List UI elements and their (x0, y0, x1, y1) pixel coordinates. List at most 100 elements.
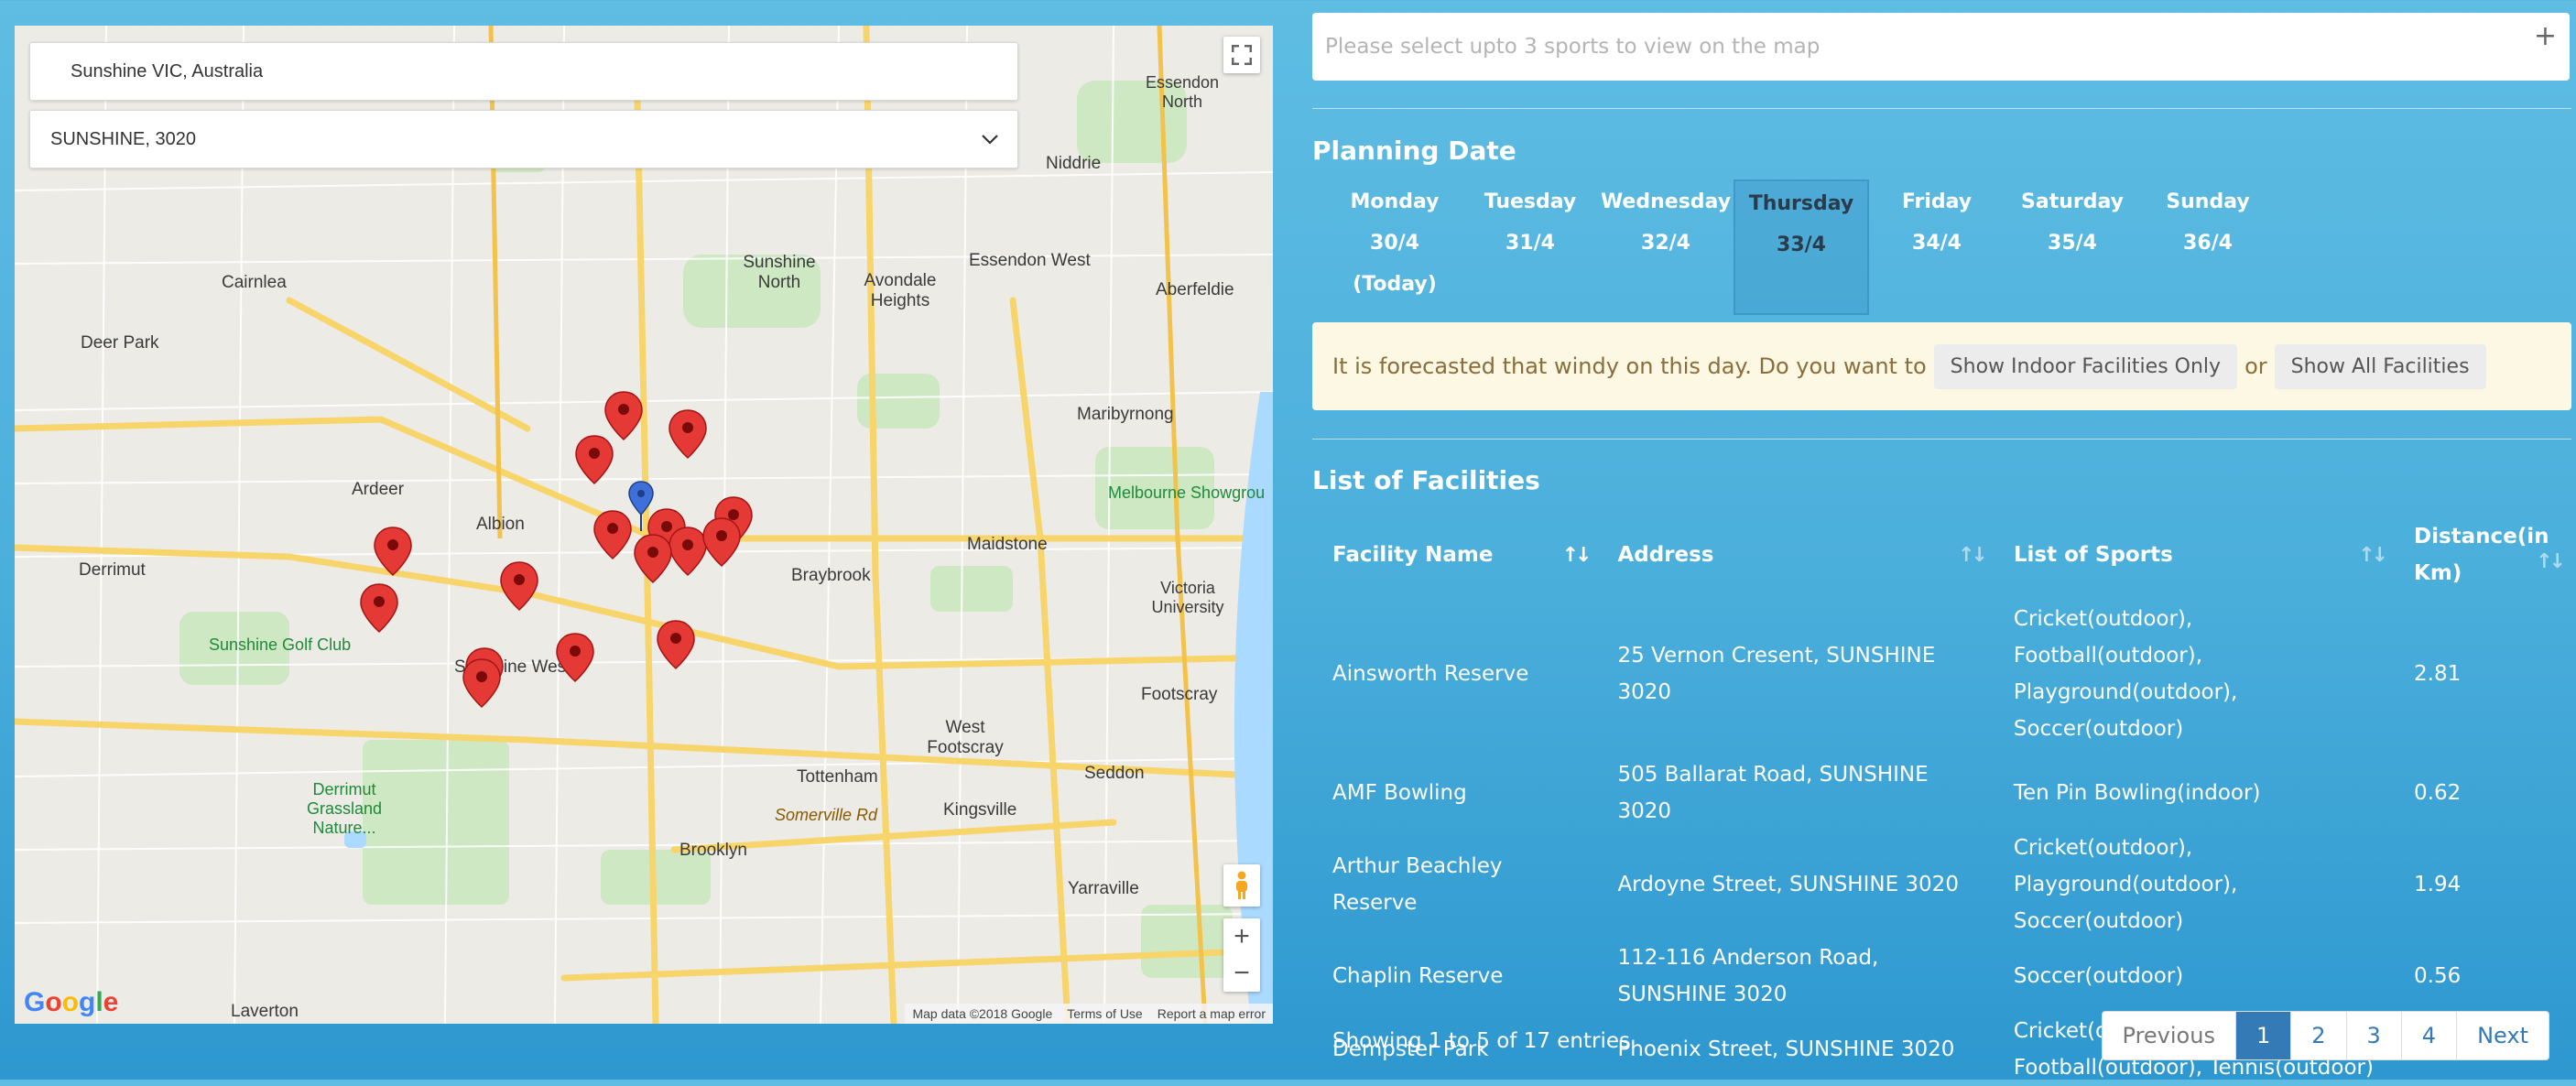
planning-date-title: Planning Date (1312, 136, 1516, 166)
day-date: 36/4 (2183, 232, 2233, 255)
pegman-icon (1236, 871, 1247, 899)
facility-name: Ainsworth Reserve (1332, 662, 1529, 686)
zoom-out-button[interactable]: − (1223, 955, 1260, 992)
facility-distance: 0.62 (2414, 781, 2462, 805)
facility-sports: Ten Pin Bowling(indoor) (2013, 781, 2261, 805)
sort-icon: ↑↓ (1561, 544, 1592, 567)
day-date: 33/4 (1777, 233, 1826, 256)
facility-address: 112-116 Anderson Road, SUNSHINE 3020 (1617, 946, 1879, 1006)
facility-marker[interactable] (657, 620, 695, 669)
day-name: Monday (1350, 190, 1440, 213)
street-view-button[interactable] (1223, 864, 1260, 907)
facility-distance: 2.81 (2414, 662, 2462, 686)
right-panel: Please select upto 3 sports to view on t… (1312, 0, 2571, 1080)
day-date: 35/4 (2048, 232, 2097, 255)
sort-icon: ↑↓ (1957, 544, 1988, 567)
day-saturday[interactable]: Saturday 35/4 (2005, 179, 2140, 315)
zoom-controls: + − (1223, 918, 1260, 992)
chevron-down-icon (982, 135, 998, 145)
header-address[interactable]: Address ↑↓ (1597, 518, 1993, 592)
add-sport-icon[interactable]: + (2534, 20, 2557, 52)
facility-marker[interactable] (668, 527, 707, 576)
day-selector: Monday 30/4 (Today) Tuesday 31/4 Wednesd… (1327, 179, 2276, 315)
pagination: Previous 1 2 3 4 Next (2101, 1011, 2549, 1060)
day-friday[interactable]: Friday 34/4 (1869, 179, 2005, 315)
facility-marker[interactable] (702, 517, 741, 567)
sort-icon: ↑↓ (2358, 544, 2388, 567)
facility-marker[interactable] (634, 534, 672, 583)
facility-sports: Soccer(outdoor) (2013, 964, 2184, 988)
zoom-in-button[interactable]: + (1223, 918, 1260, 955)
facilities-table: Facility Name ↑↓ Address ↑↓ List of Sports… (1312, 518, 2571, 1086)
facility-map[interactable]: Essendon North Cairnlea Deer Park Sunshi… (15, 26, 1273, 1024)
day-monday[interactable]: Monday 30/4 (Today) (1327, 179, 1462, 315)
header-sports[interactable]: List of Sports ↑↓ (1994, 518, 2394, 592)
table-row[interactable]: Ainsworth Reserve 25 Vernon Cresent, SUN… (1312, 592, 2571, 756)
day-tuesday[interactable]: Tuesday 31/4 (1462, 179, 1598, 315)
google-logo: Google (24, 987, 119, 1017)
day-date: 34/4 (1912, 232, 1962, 255)
map-data-credit: Map data ©2018 Google (912, 1006, 1053, 1021)
day-name: Friday (1901, 190, 1973, 213)
facility-sports: Cricket(outdoor), Football(outdoor), Playg… (2013, 607, 2238, 741)
pagination-page-4[interactable]: 4 (2400, 1012, 2456, 1059)
fullscreen-button[interactable] (1223, 37, 1260, 73)
terms-link[interactable]: Terms of Use (1067, 1006, 1142, 1021)
divider (1312, 108, 2571, 109)
day-thursday[interactable]: Thursday 33/4 (1734, 179, 1869, 315)
show-indoor-button[interactable]: Show Indoor Facilities Only (1933, 343, 2238, 389)
location-search-input[interactable]: Sunshine VIC, Australia (29, 42, 1018, 101)
facility-marker[interactable] (374, 527, 412, 576)
pagination-page-3[interactable]: 3 (2345, 1012, 2401, 1059)
fullscreen-icon (1232, 45, 1252, 65)
facility-name: Arthur Beachley Reserve (1332, 854, 1503, 915)
report-error-link[interactable]: Report a map error (1158, 1006, 1266, 1021)
map-markers (360, 391, 753, 708)
sort-icon: ↑↓ (2536, 550, 2566, 573)
facility-marker[interactable] (575, 435, 614, 484)
facility-address: Ardoyne Street, SUNSHINE 3020 (1617, 873, 1959, 896)
suburb-select[interactable]: SUNSHINE, 3020 (29, 110, 1018, 168)
facility-address: 505 Ballarat Road, SUNSHINE 3020 (1617, 763, 1929, 823)
day-date: 30/4 (1370, 232, 1419, 255)
facilities-title: List of Facilities (1312, 465, 1540, 495)
facility-address: 25 Vernon Cresent, SUNSHINE 3020 (1617, 644, 1936, 704)
weather-alert: It is forecasted that windy on this day.… (1312, 322, 2571, 410)
day-name: Saturday (2021, 190, 2124, 213)
alert-text: It is forecasted that windy on this day.… (1332, 353, 1927, 379)
table-row[interactable]: AMF Bowling 505 Ballarat Road, SUNSHINE … (1312, 756, 2571, 830)
facility-marker[interactable] (500, 561, 538, 611)
day-sunday[interactable]: Sunday 36/4 (2140, 179, 2276, 315)
day-wednesday[interactable]: Wednesday 32/4 (1598, 179, 1734, 315)
day-note: (Today) (1353, 273, 1437, 296)
day-name: Sunday (2166, 190, 2250, 213)
pagination-next[interactable]: Next (2456, 1012, 2549, 1059)
facility-name: Chaplin Reserve (1332, 964, 1504, 988)
alert-or: or (2244, 353, 2267, 379)
facility-marker[interactable] (668, 409, 707, 459)
header-distance[interactable]: Distance(in Km) ↑↓ (2394, 518, 2571, 592)
sport-multiselect[interactable]: Please select upto 3 sports to view on t… (1312, 13, 2570, 81)
pagination-page-1[interactable]: 1 (2234, 1012, 2291, 1059)
day-name: Tuesday (1484, 190, 1577, 213)
pagination-previous[interactable]: Previous (2103, 1012, 2235, 1059)
map-attribution: Map data ©2018 Google Terms of Use Repor… (905, 1004, 1273, 1024)
facility-marker[interactable] (593, 510, 632, 559)
day-name: Wednesday (1600, 190, 1732, 213)
facility-marker[interactable] (462, 658, 501, 708)
day-name: Thursday (1748, 192, 1854, 215)
table-row[interactable]: Arthur Beachley Reserve Ardoyne Street, … (1312, 830, 2571, 939)
facility-address: Phoenix Street, SUNSHINE 3020 (1617, 1037, 1955, 1061)
pagination-page-2[interactable]: 2 (2290, 1012, 2345, 1059)
facility-distance: 0.56 (2414, 964, 2462, 988)
facility-distance: 1.94 (2414, 873, 2462, 896)
facility-marker[interactable] (556, 633, 594, 682)
show-all-button[interactable]: Show All Facilities (2274, 343, 2486, 389)
header-facility-name[interactable]: Facility Name ↑↓ (1312, 518, 1597, 592)
suburb-select-value: SUNSHINE, 3020 (50, 128, 196, 149)
table-row[interactable]: Chaplin Reserve 112-116 Anderson Road, S… (1312, 939, 2571, 1013)
facility-marker[interactable] (360, 583, 398, 633)
divider (1312, 439, 2571, 440)
facility-marker[interactable] (604, 391, 643, 440)
facility-name: AMF Bowling (1332, 781, 1467, 805)
